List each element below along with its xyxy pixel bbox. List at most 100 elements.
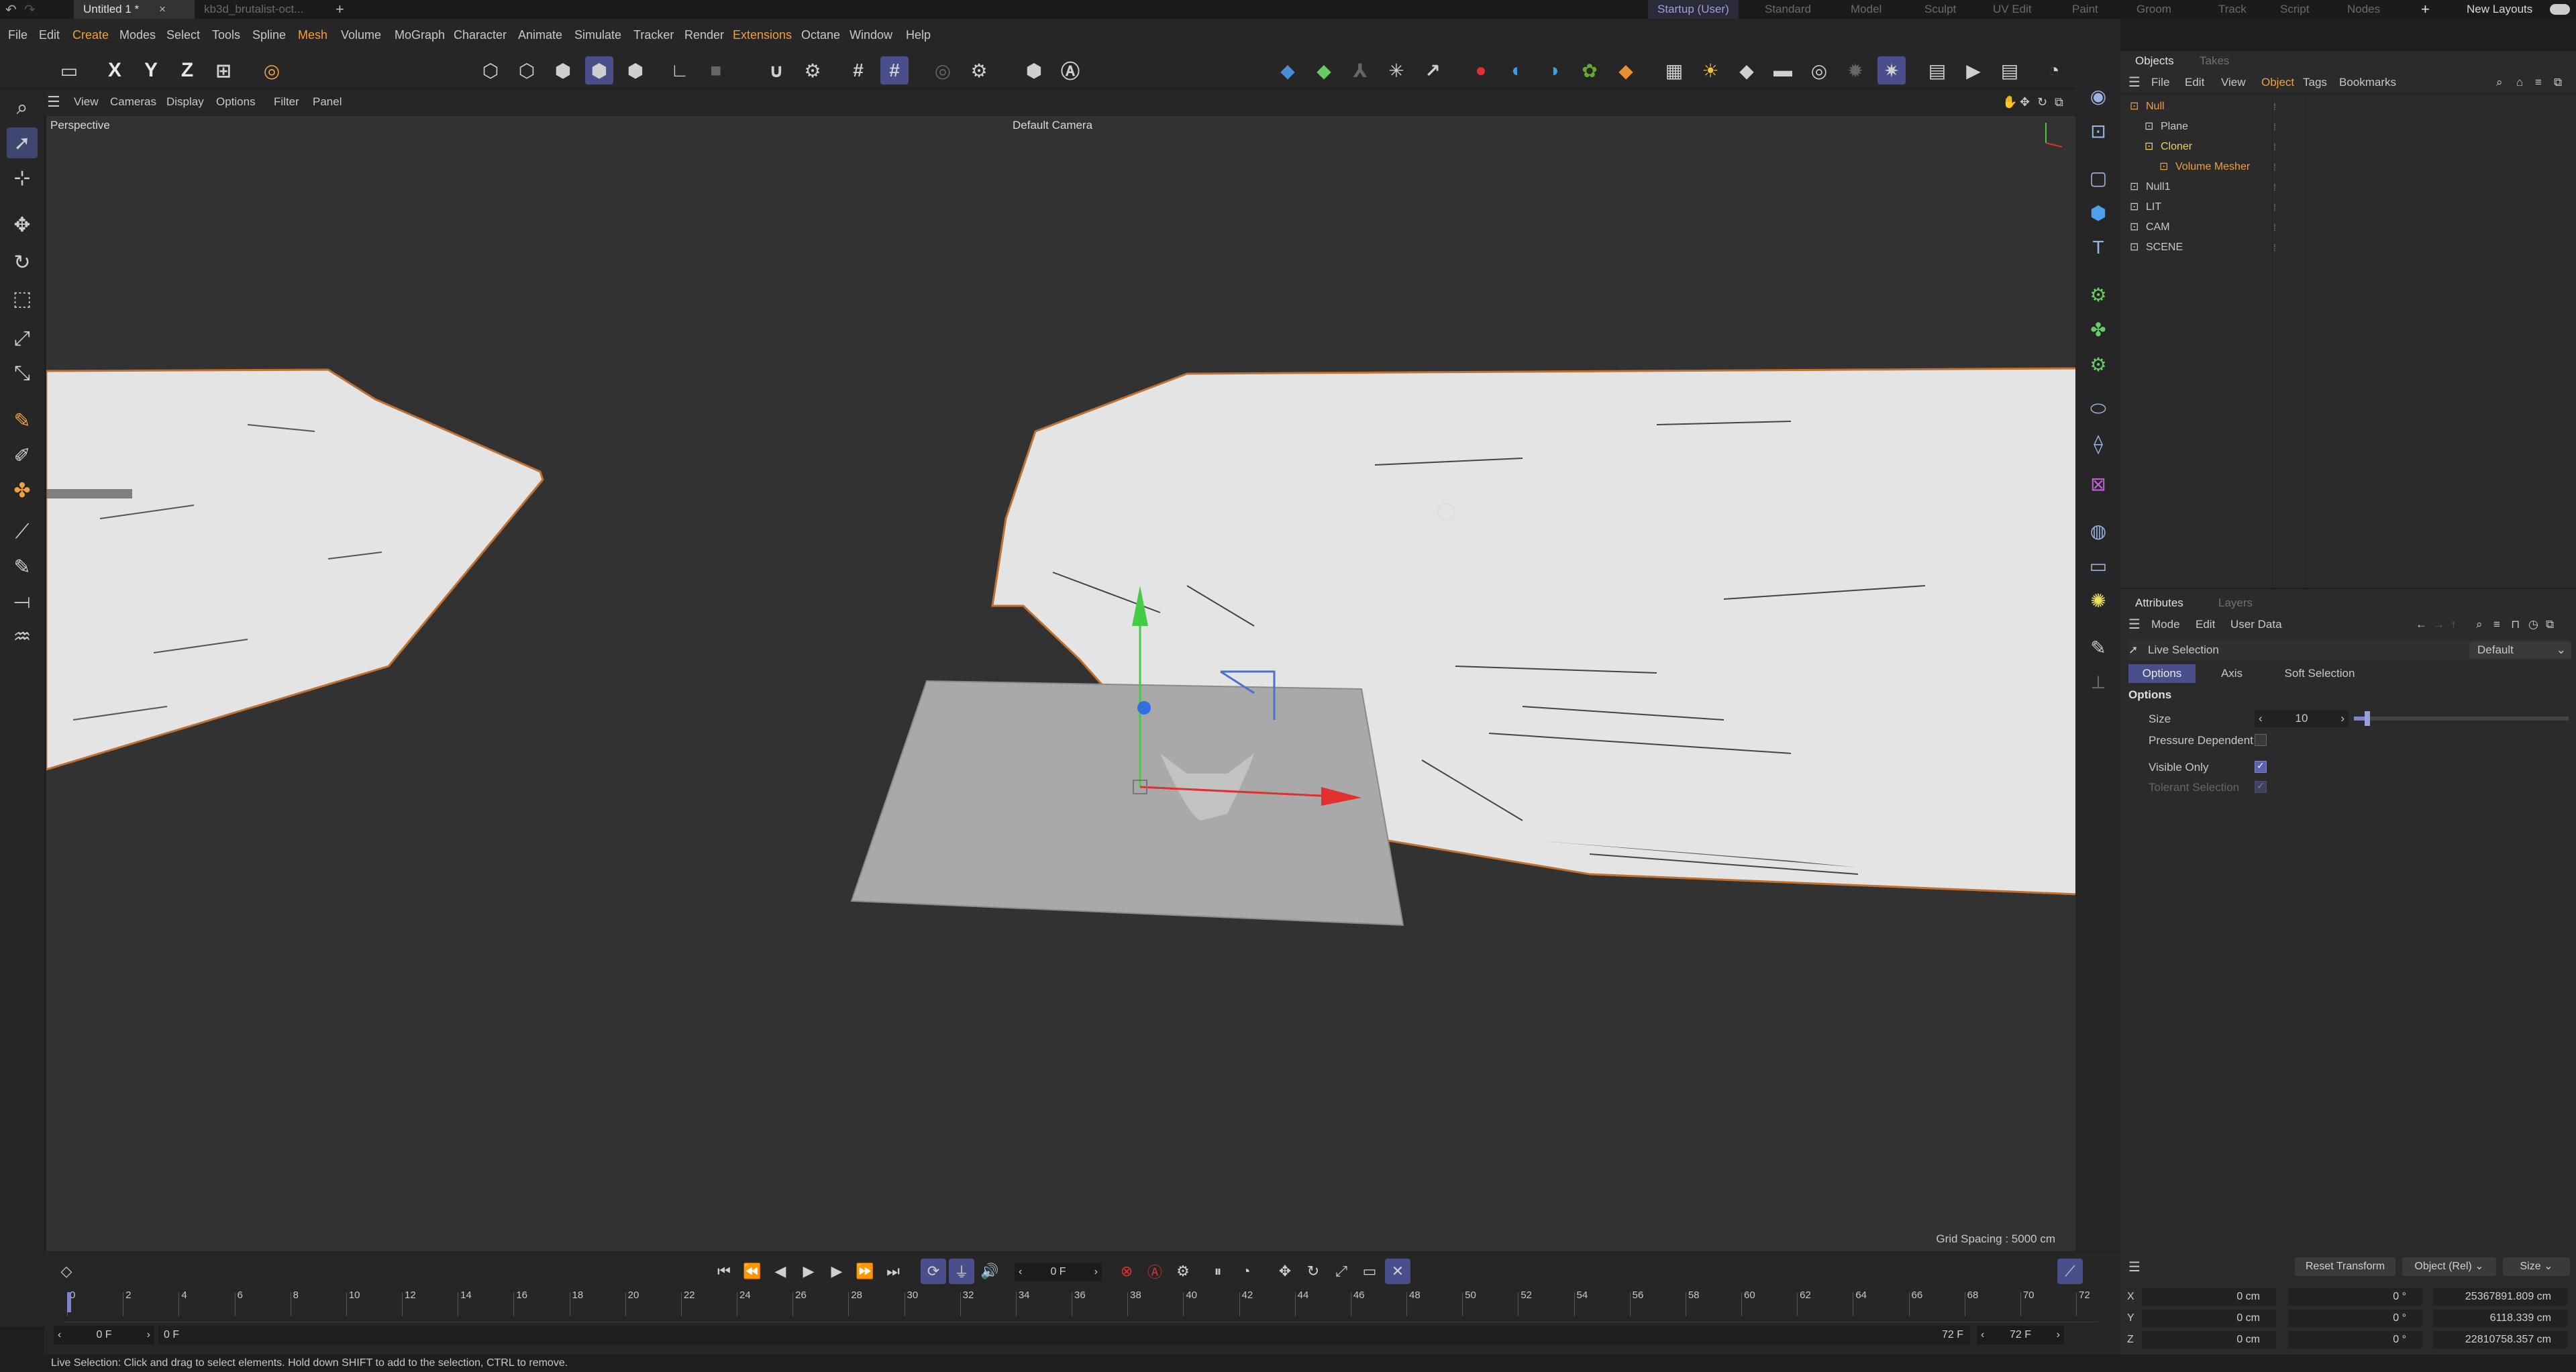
tab-takes[interactable]: Takes — [2200, 51, 2229, 71]
chevron-right-icon[interactable]: › — [1094, 1263, 1098, 1281]
toggle-icon[interactable] — [2550, 4, 2570, 15]
viewport-menu-panel[interactable]: Panel — [313, 89, 342, 115]
menu-create[interactable]: Create — [72, 19, 109, 51]
python-icon[interactable]: ◆ — [1274, 56, 1302, 85]
chevron-right-icon[interactable]: › — [2057, 1326, 2060, 1344]
attributes-menu-mode[interactable]: Mode — [2151, 615, 2180, 635]
render-queue-icon[interactable]: ▤ — [1996, 56, 2024, 85]
menu-window[interactable]: Window — [849, 19, 892, 51]
timeline-ruler[interactable]: 0 2 4 6 8 10 12 14 16 18 20 22 24 26 28 30 32 34 36 38 40 42 4… — [67, 1289, 2090, 1319]
close-icon[interactable]: × — [159, 3, 166, 15]
dolly-icon[interactable]: ✥ — [2020, 89, 2030, 115]
transform-icon[interactable]: ⤢ — [7, 323, 38, 354]
menu-tracker[interactable]: Tracker — [633, 19, 674, 51]
viewport-menu-icon[interactable]: ☰ — [47, 89, 60, 115]
deform-icon[interactable]: ⤡ — [7, 358, 38, 389]
particles-icon[interactable]: ✳ — [1382, 56, 1410, 85]
object-name[interactable]: Volume Mesher — [2175, 157, 2250, 177]
texture-mode-icon[interactable]: ⬢ — [621, 56, 650, 85]
object-row[interactable]: ⊡ Plane ⁞ — [2120, 117, 2576, 137]
preview-range-icon[interactable]: ⏚ — [949, 1259, 974, 1284]
cloner-icon[interactable]: ✤ — [2083, 314, 2114, 345]
coord-size-field[interactable]: 6118.339 cm — [2433, 1310, 2567, 1327]
workplane-icon[interactable]: # — [844, 56, 872, 85]
viewport-scene[interactable] — [46, 116, 2076, 1252]
objects-menu-tags[interactable]: Tags — [2303, 72, 2327, 93]
objects-menu-bookmarks[interactable]: Bookmarks — [2339, 72, 2396, 93]
menu-animate[interactable]: Animate — [518, 19, 562, 51]
object-row[interactable]: ⊡ Cloner ⁞ — [2120, 137, 2576, 157]
object-row[interactable]: ⊡ Volume Mesher ⁞ — [2120, 157, 2576, 177]
camera-icon[interactable]: ▭ — [2083, 550, 2114, 581]
tolerant-checkbox[interactable] — [2255, 780, 2267, 793]
previous-frame-icon[interactable]: ◀ — [768, 1259, 793, 1284]
viewport-menu-options[interactable]: Options — [216, 89, 256, 115]
light-icon[interactable]: ◆ — [1733, 56, 1761, 85]
octane-scatter-icon[interactable]: ✿ — [1576, 56, 1604, 85]
new-layouts-button[interactable]: New Layouts — [2467, 0, 2532, 19]
octane-object-icon[interactable]: ◆ — [1612, 56, 1640, 85]
chevron-right-icon[interactable]: › — [147, 1326, 150, 1344]
menu-character[interactable]: Character — [454, 19, 507, 51]
subtab-soft-selection[interactable]: Soft Selection — [2269, 664, 2370, 683]
live-selection-icon[interactable]: ➚ — [7, 127, 38, 158]
menu-tools[interactable]: Tools — [212, 19, 240, 51]
loop-icon[interactable]: ⟳ — [921, 1259, 946, 1284]
ik-icon[interactable]: ⅄ — [1346, 56, 1374, 85]
reset-transform-button[interactable]: Reset Transform — [2295, 1257, 2395, 1276]
coord-pos-field[interactable]: 0 cm — [2142, 1310, 2276, 1327]
gizmo-icon[interactable]: ◎ — [258, 56, 286, 85]
layout-paint[interactable]: Paint — [2072, 0, 2098, 19]
scale-icon[interactable]: ⬚ — [7, 283, 38, 314]
tweak-mode-icon[interactable]: ■ — [702, 56, 730, 85]
text-icon[interactable]: T — [2083, 232, 2114, 263]
layout-groom[interactable]: Groom — [2136, 0, 2171, 19]
key-settings-icon[interactable]: ⚙ — [1170, 1259, 1196, 1284]
size-slider-knob[interactable] — [2365, 711, 2370, 726]
keyframe-icon[interactable]: ◇ — [54, 1259, 79, 1284]
search-icon[interactable]: ⌕ — [2476, 615, 2483, 635]
polygons-mode-icon[interactable]: ⬢ — [549, 56, 577, 85]
point-level-icon[interactable]: ✕ — [1385, 1259, 1410, 1284]
menu-help[interactable]: Help — [906, 19, 931, 51]
scale-key-icon[interactable]: ⤢ — [1329, 1259, 1354, 1284]
add-layout-icon[interactable]: + — [2421, 0, 2430, 19]
coords-menu-icon[interactable]: ☰ — [2128, 1259, 2141, 1275]
search-icon[interactable]: ⌕ — [2496, 72, 2503, 93]
pan-icon[interactable]: ✋ — [2002, 89, 2017, 115]
model-mode-icon[interactable]: ⬢ — [585, 56, 613, 85]
viewport[interactable]: Perspective Default Camera Grid Spacing … — [46, 115, 2076, 1252]
pressure-checkbox[interactable] — [2255, 734, 2267, 746]
lock-icon[interactable]: ⬢ — [1020, 56, 1048, 85]
home-icon[interactable]: ⌂ — [2516, 72, 2523, 93]
objects-menu-object[interactable]: Object — [2261, 72, 2294, 93]
menu-mesh[interactable]: Mesh — [298, 19, 327, 51]
points-mode-icon[interactable]: ⬡ — [476, 56, 505, 85]
playhead[interactable] — [67, 1292, 71, 1312]
axis-mode-icon[interactable]: ∟ — [666, 56, 694, 85]
soft-selection-icon[interactable]: ◎ — [929, 56, 957, 85]
effector-icon[interactable]: ⚙ — [2083, 349, 2114, 380]
record-icon[interactable]: ⊗ — [1114, 1259, 1139, 1284]
coord-size-field[interactable]: 22810758.357 cm — [2433, 1331, 2567, 1349]
preview-range-bar[interactable]: 0 F 72 F — [158, 1326, 1970, 1344]
viewport-camera-label[interactable]: Default Camera — [1013, 119, 1092, 132]
objects-menu-icon[interactable]: ☰ — [2128, 72, 2141, 93]
render-region-icon[interactable]: ▤ — [1923, 56, 1951, 85]
viewport-menu-display[interactable]: Display — [166, 89, 204, 115]
next-frame-icon[interactable]: ▶ — [824, 1259, 849, 1284]
render-view-icon[interactable]: ▶ — [1959, 56, 1988, 85]
pen-icon[interactable]: ✎ — [2083, 632, 2114, 663]
undo-icon[interactable]: ↶ — [5, 1, 17, 18]
generator-icon[interactable]: ⚙ — [2083, 279, 2114, 310]
chevron-left-icon[interactable]: ‹ — [58, 1326, 61, 1344]
object-name[interactable]: Cloner — [2161, 137, 2192, 157]
menu-select[interactable]: Select — [166, 19, 200, 51]
spline-sketch-icon[interactable]: ✤ — [7, 475, 38, 506]
plugin-cube-icon[interactable]: ◆ — [1310, 56, 1338, 85]
menu-edit[interactable]: Edit — [39, 19, 60, 51]
tab-layers[interactable]: Layers — [2218, 593, 2253, 613]
orbit-icon[interactable]: ↻ — [2037, 89, 2047, 115]
autokey-icon[interactable]: Ⓐ — [1142, 1259, 1168, 1284]
size-mode-dropdown[interactable]: Size ⌄ — [2503, 1257, 2570, 1276]
